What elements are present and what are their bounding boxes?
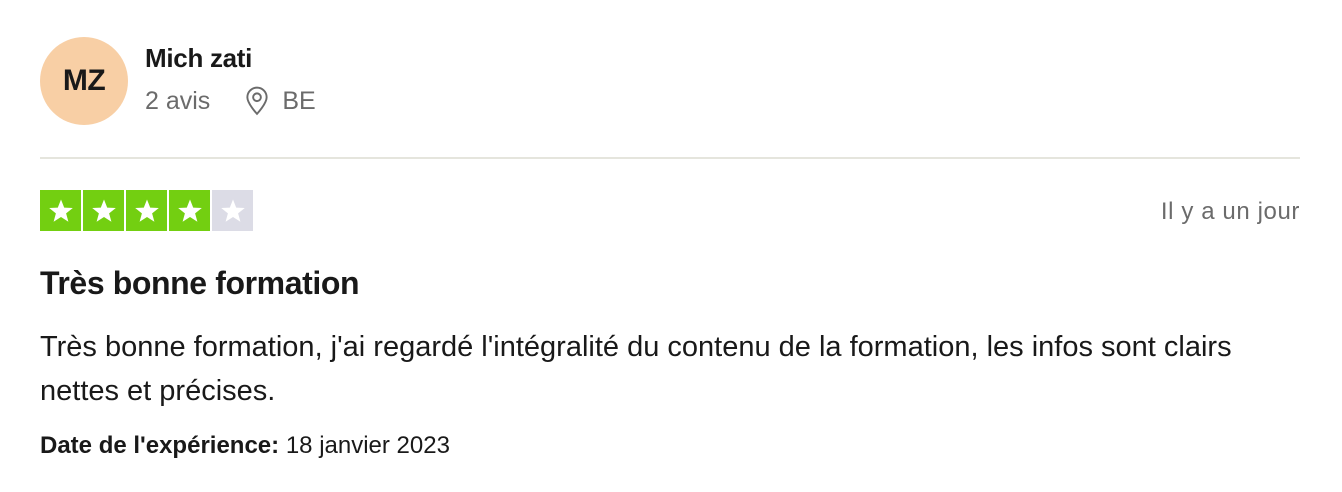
experience-date-label: Date de l'expérience: — [40, 432, 280, 459]
reviewer-meta: 2 avis BE — [145, 86, 316, 116]
star-rating — [40, 190, 253, 231]
review-title[interactable]: Très bonne formation — [40, 265, 360, 302]
reviewer-name[interactable]: Mich zati — [145, 43, 252, 74]
avatar-initials: MZ — [62, 64, 106, 97]
experience-date: Date de l'expérience: 18 janvier 2023 — [40, 432, 450, 460]
star-icon — [126, 190, 167, 231]
reviews-count: 2 avis — [145, 86, 211, 115]
reviewer-country: BE — [282, 86, 316, 115]
experience-date-value: 18 janvier 2023 — [285, 432, 450, 459]
location-pin-icon — [244, 86, 270, 116]
review-card: MZ Mich zati 2 avis BE Il y a un jour Tr… — [0, 0, 1342, 492]
star-icon — [169, 190, 210, 231]
review-posted-date: Il y a un jour — [1160, 198, 1300, 225]
review-body: Très bonne formation, j'ai regardé l'int… — [40, 331, 1232, 407]
divider — [40, 157, 1300, 159]
star-icon — [83, 190, 124, 231]
avatar[interactable]: MZ — [40, 37, 128, 125]
star-icon — [212, 190, 253, 231]
star-icon — [40, 190, 81, 231]
